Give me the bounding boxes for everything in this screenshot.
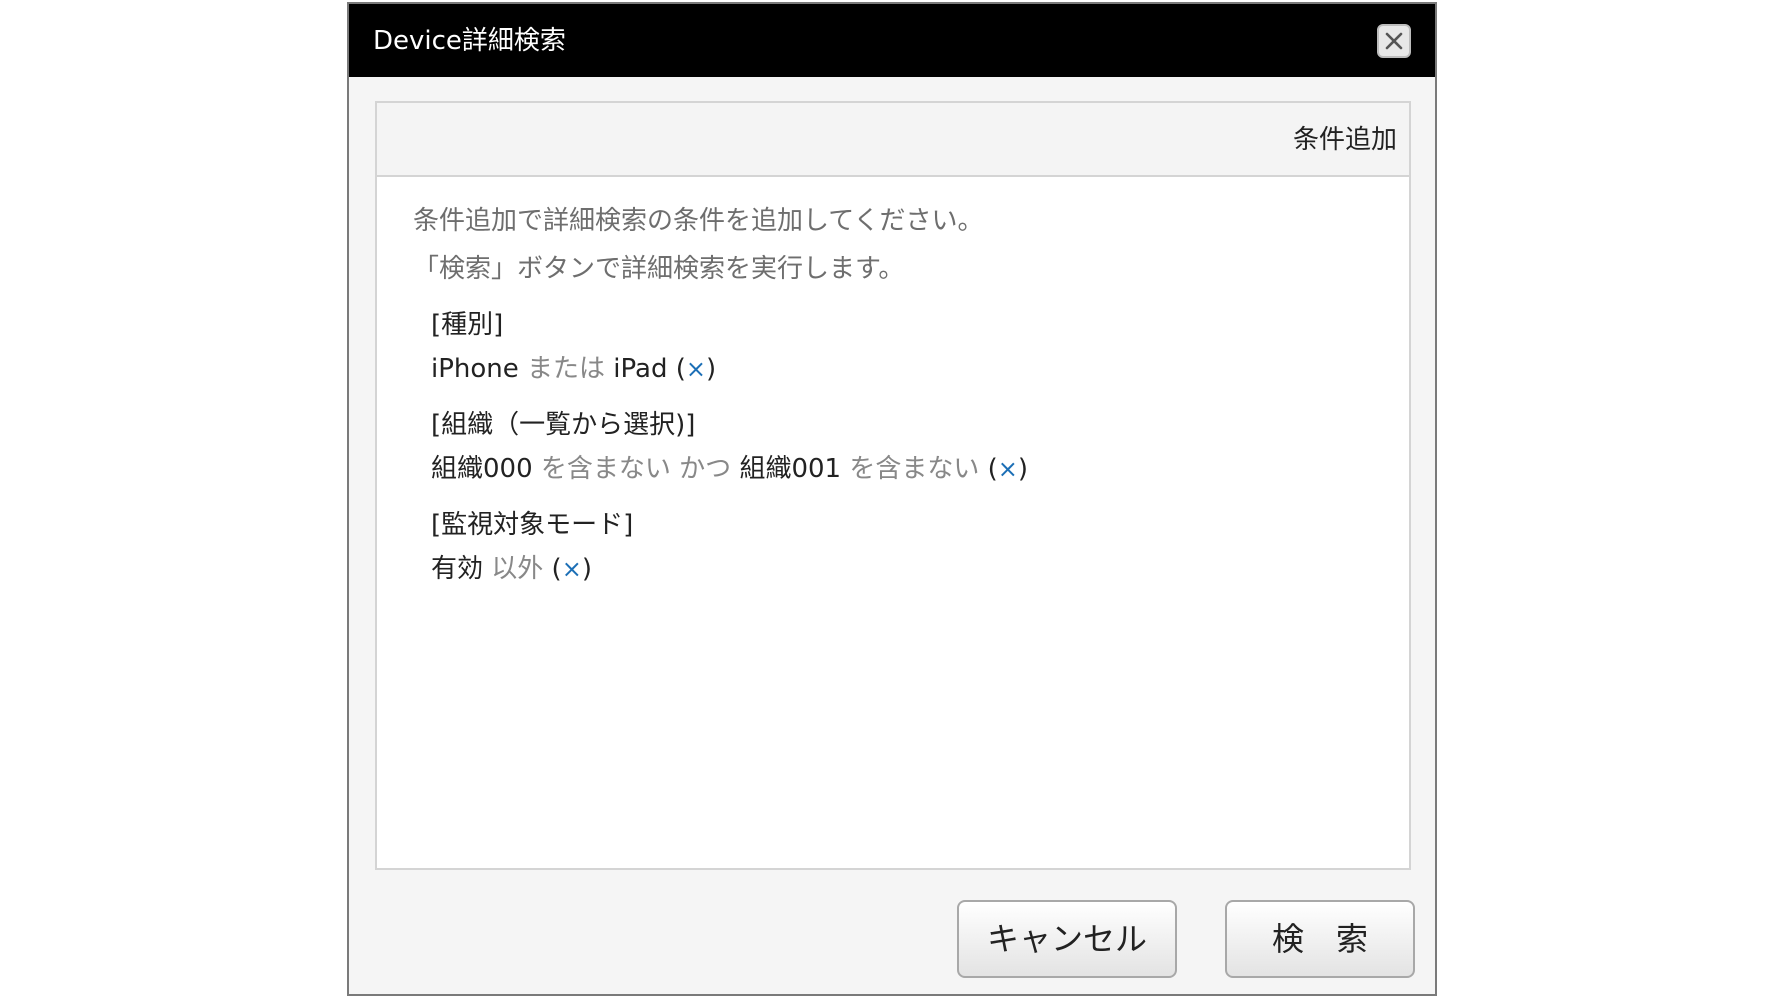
condition-line: iPhone または iPad (×) <box>431 347 1028 391</box>
add-condition-link[interactable]: 条件追加 <box>1293 123 1397 157</box>
dialog-title: Device詳細検索 <box>373 26 566 56</box>
condition-label: [組織（一覧から選択)] <box>431 410 696 440</box>
cancel-button[interactable]: キャンセル <box>957 900 1177 978</box>
paren-close: ) <box>706 354 717 384</box>
condition-group: [組織（一覧から選択)] 組織000 を含まない かつ 組織001 を含まない (… <box>431 403 1028 491</box>
instruction-line: 条件追加で詳細検索の条件を追加してください。 <box>413 206 984 236</box>
condition-value: iPad <box>613 354 668 384</box>
condition-group: [種別] iPhone または iPad (×) <box>431 303 1028 391</box>
paren-open: ( <box>979 454 998 484</box>
condition-value: 有効 <box>431 554 484 584</box>
close-icon <box>1385 32 1403 50</box>
paren-open: ( <box>543 554 562 584</box>
condition-operator: を含まない <box>841 454 980 484</box>
condition-list: [種別] iPhone または iPad (×) [組織（一覧から選択)] 組織000… <box>431 303 1028 603</box>
condition-value: 組織000 <box>431 454 533 484</box>
paren-close: ) <box>1017 454 1029 484</box>
condition-panel: 条件追加 条件追加で詳細検索の条件を追加してください。 「検索」ボタンで詳細検索… <box>375 101 1411 870</box>
close-button[interactable] <box>1377 24 1411 58</box>
remove-condition-button[interactable]: × <box>686 355 706 383</box>
instruction-line: 「検索」ボタンで詳細検索を実行します。 <box>413 254 905 284</box>
instructions: 条件追加で詳細検索の条件を追加してください。 「検索」ボタンで詳細検索を実行しま… <box>413 197 983 293</box>
search-button[interactable]: 検 索 <box>1225 900 1415 978</box>
condition-operator: または <box>518 354 614 384</box>
condition-value: 組織001 <box>739 454 842 484</box>
condition-operator: 以外 <box>483 554 544 584</box>
paren-open: ( <box>667 354 686 384</box>
paren-close: ) <box>581 554 592 584</box>
remove-condition-button[interactable]: × <box>562 555 582 583</box>
condition-line: 組織000 を含まない かつ 組織001 を含まない (×) <box>431 447 1028 491</box>
device-search-dialog: Device詳細検索 条件追加 条件追加で詳細検索の条件を追加してください。 「… <box>347 2 1437 996</box>
condition-value: iPhone <box>431 354 519 384</box>
condition-label: [監視対象モード] <box>431 510 634 540</box>
condition-line: 有効 以外 (×) <box>431 547 1028 591</box>
remove-condition-button[interactable]: × <box>998 455 1018 483</box>
condition-group: [監視対象モード] 有効 以外 (×) <box>431 503 1028 591</box>
panel-header: 条件追加 <box>377 103 1409 177</box>
dialog-titlebar: Device詳細検索 <box>349 4 1435 77</box>
condition-operator: を含まない かつ <box>532 454 740 484</box>
condition-label: [種別] <box>431 310 504 340</box>
